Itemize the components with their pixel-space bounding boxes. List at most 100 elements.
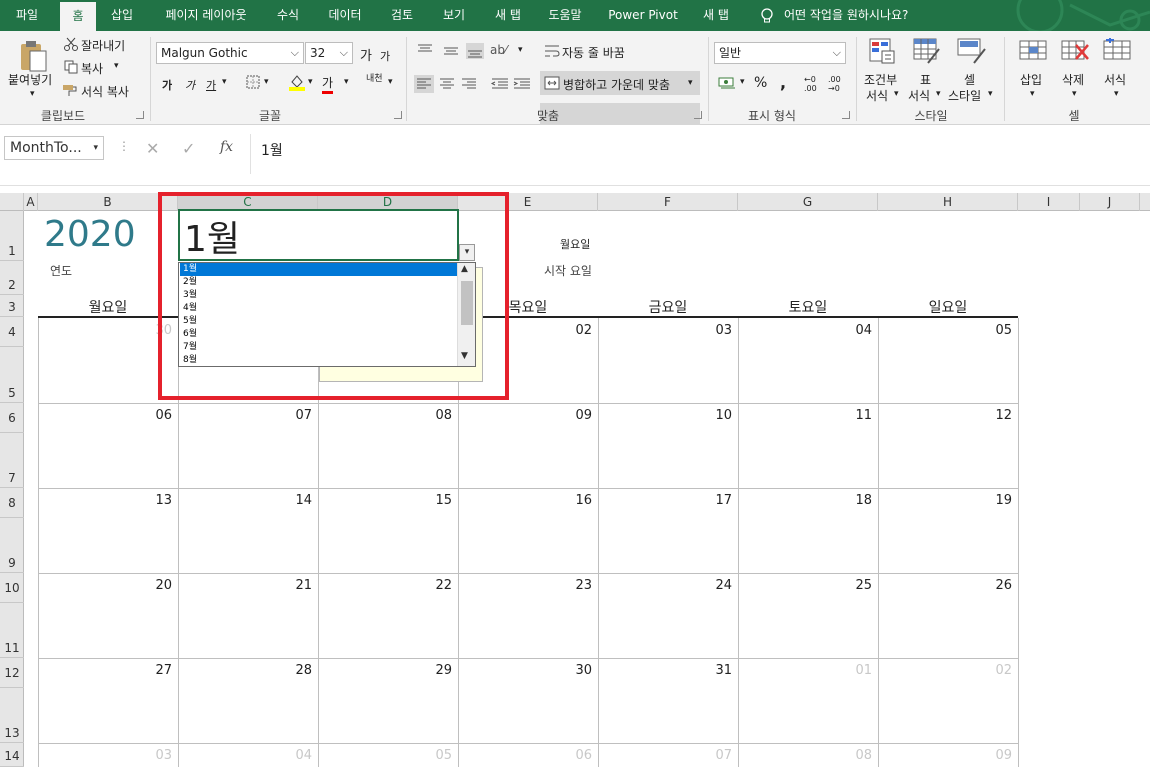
cell-styles-button[interactable]: 셀 xyxy=(964,71,975,88)
conditional-formatting-icon[interactable] xyxy=(868,37,896,68)
underline-button[interactable]: 가 xyxy=(206,77,216,93)
calendar-day[interactable]: 08 xyxy=(832,748,872,763)
tab-power-pivot[interactable]: Power Pivot xyxy=(600,0,686,31)
number-format-select[interactable]: 일반 ⌵ xyxy=(714,42,846,64)
calendar-day[interactable]: 09 xyxy=(552,408,592,423)
calendar-day[interactable]: 17 xyxy=(692,493,732,508)
decrease-decimal-icon[interactable]: .00 →0 xyxy=(828,75,841,93)
conditional-formatting-button[interactable]: 조건부 xyxy=(864,71,897,88)
copy-icon[interactable] xyxy=(64,60,78,77)
tab-home[interactable]: 홈 xyxy=(60,0,96,31)
tab-new-tab-1[interactable]: 새 탭 xyxy=(484,0,532,31)
insert-cells-icon[interactable] xyxy=(1018,37,1048,68)
enter-icon[interactable]: ✓ xyxy=(182,139,195,158)
calendar-day[interactable]: 29 xyxy=(412,663,452,678)
tab-insert[interactable]: 삽입 xyxy=(100,0,144,31)
currency-icon[interactable] xyxy=(718,75,736,94)
format-as-table-icon[interactable] xyxy=(912,37,940,68)
cancel-icon[interactable]: ✕ xyxy=(146,139,159,158)
calendar-day[interactable]: 30 xyxy=(552,663,592,678)
increase-decimal-icon[interactable]: ←0.00 xyxy=(804,75,817,93)
row-header-7[interactable]: 7 xyxy=(0,433,24,488)
column-header-i[interactable]: I xyxy=(1018,193,1080,211)
scissors-icon[interactable] xyxy=(64,37,78,54)
calendar-day[interactable]: 19 xyxy=(972,493,1012,508)
name-box[interactable]: MonthTo... ▾ xyxy=(4,136,104,160)
calendar-day[interactable]: 09 xyxy=(972,748,1012,763)
wrap-text-icon[interactable] xyxy=(544,43,560,62)
number-launcher-icon[interactable] xyxy=(842,111,850,119)
underline-dropdown-icon[interactable]: ▾ xyxy=(222,77,227,87)
paste-dropdown-icon[interactable]: ▾ xyxy=(30,89,35,99)
bold-button[interactable]: 가 xyxy=(162,77,172,93)
row-header-12[interactable]: 12 xyxy=(0,658,24,688)
format-button[interactable]: 서식 xyxy=(1104,71,1126,88)
select-all-corner[interactable] xyxy=(0,193,24,211)
lightbulb-icon[interactable] xyxy=(756,0,778,31)
cell-styles-dropdown-icon[interactable]: ▾ xyxy=(988,89,993,99)
row-header-13[interactable]: 13 xyxy=(0,688,24,743)
formula-input[interactable]: 1월 xyxy=(250,134,1145,174)
calendar-day[interactable]: 18 xyxy=(832,493,872,508)
calendar-day[interactable]: 01 xyxy=(832,663,872,678)
insert-button[interactable]: 삽입 xyxy=(1020,71,1042,88)
calendar-day[interactable]: 05 xyxy=(412,748,452,763)
row-header-6[interactable]: 6 xyxy=(0,403,24,433)
format-painter-button[interactable]: 서식 복사 xyxy=(81,83,129,100)
calendar-day[interactable]: 20 xyxy=(132,578,172,593)
font-size-select[interactable]: 32 ⌵ xyxy=(305,42,353,64)
row-header-4[interactable]: 4 xyxy=(0,317,24,347)
conditional-dropdown-icon[interactable]: ▾ xyxy=(894,89,899,99)
paste-button[interactable]: 붙여넣기 xyxy=(8,71,52,88)
calendar-day[interactable]: 07 xyxy=(692,748,732,763)
currency-dropdown-icon[interactable]: ▾ xyxy=(740,77,745,87)
calendar-day[interactable]: 03 xyxy=(132,748,172,763)
name-box-dropdown-icon[interactable]: ▾ xyxy=(93,137,98,159)
merge-center-button[interactable]: 병합하고 가운데 맞춤 xyxy=(563,76,670,93)
tab-formulas[interactable]: 수식 xyxy=(268,0,308,31)
format-as-table-button[interactable]: 표 xyxy=(920,71,931,88)
start-day-value[interactable]: 월요일 xyxy=(560,236,590,252)
merge-dropdown-icon[interactable]: ▾ xyxy=(688,78,693,88)
calendar-day[interactable]: 24 xyxy=(692,578,732,593)
row-header-5[interactable]: 5 xyxy=(0,347,24,403)
font-launcher-icon[interactable] xyxy=(394,111,402,119)
column-header-g[interactable]: G xyxy=(738,193,878,211)
calendar-day[interactable]: 15 xyxy=(412,493,452,508)
delete-cells-icon[interactable] xyxy=(1060,37,1090,68)
calendar-day[interactable]: 25 xyxy=(832,578,872,593)
calendar-day[interactable]: 12 xyxy=(972,408,1012,423)
alignment-launcher-icon[interactable] xyxy=(694,111,702,119)
calendar-day[interactable]: 04 xyxy=(272,748,312,763)
font-color-dropdown-icon[interactable]: ▾ xyxy=(344,77,349,87)
delete-dropdown-icon[interactable]: ▾ xyxy=(1072,89,1077,99)
merge-center-icon[interactable] xyxy=(544,76,560,93)
cell-styles-icon[interactable] xyxy=(956,37,986,68)
copy-button[interactable]: 복사 xyxy=(81,60,103,77)
comma-button[interactable]: , xyxy=(780,73,786,92)
row-header-10[interactable]: 10 xyxy=(0,573,24,603)
format-painter-icon[interactable] xyxy=(62,83,78,100)
borders-icon[interactable] xyxy=(246,75,260,92)
row-header-11[interactable]: 11 xyxy=(0,603,24,658)
row-header-8[interactable]: 8 xyxy=(0,488,24,518)
tab-new-tab-2[interactable]: 새 탭 xyxy=(694,0,738,31)
calendar-day[interactable]: 10 xyxy=(692,408,732,423)
calendar-day[interactable]: 13 xyxy=(132,493,172,508)
row-header-3[interactable]: 3 xyxy=(0,295,24,317)
font-color-button[interactable]: 가 xyxy=(322,74,334,94)
fill-color-icon[interactable] xyxy=(288,73,306,94)
phonetic-button[interactable]: 내천 xyxy=(366,75,386,84)
table-dropdown-icon[interactable]: ▾ xyxy=(936,89,941,99)
cut-button[interactable]: 잘라내기 xyxy=(81,37,125,54)
calendar-day[interactable]: 04 xyxy=(832,323,872,338)
row-header-9[interactable]: 9 xyxy=(0,518,24,573)
borders-dropdown-icon[interactable]: ▾ xyxy=(264,77,269,87)
tab-data[interactable]: 데이터 xyxy=(318,0,372,31)
calendar-day[interactable]: 06 xyxy=(132,408,172,423)
column-header-b[interactable]: B xyxy=(38,193,178,211)
column-header-h[interactable]: H xyxy=(878,193,1018,211)
calendar-day[interactable]: 02 xyxy=(552,323,592,338)
italic-button[interactable]: 가 xyxy=(185,77,195,93)
wrap-text-button[interactable]: 자동 줄 바꿈 xyxy=(562,44,625,61)
